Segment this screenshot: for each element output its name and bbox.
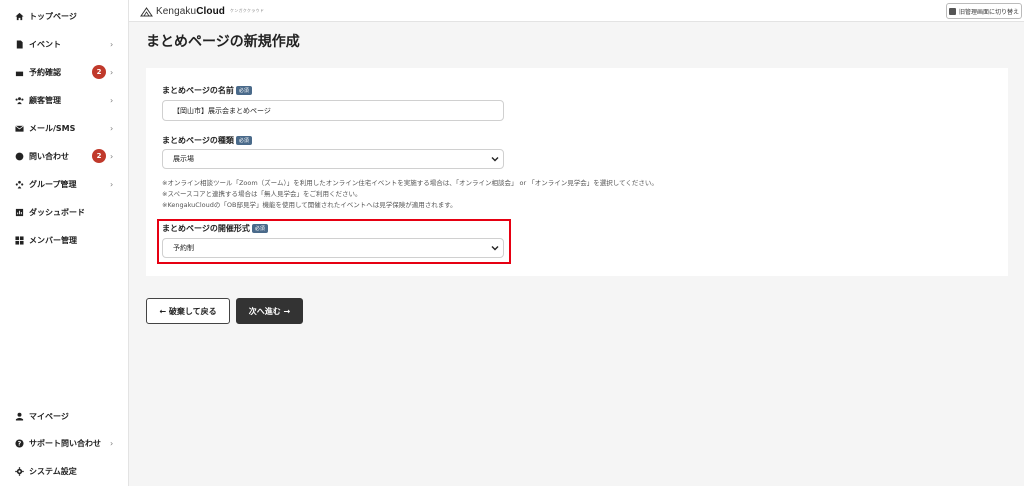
chevron-right-icon: › [110, 179, 114, 189]
sidebar-item-label: サポート問い合わせ [29, 438, 101, 448]
home-icon [14, 11, 24, 21]
header: KengakuCloud ケンガククラウド 旧管理画面に切り替え [129, 0, 1024, 22]
group-icon [14, 179, 24, 189]
user-icon [14, 411, 24, 421]
switch-legacy-admin-button[interactable]: 旧管理画面に切り替え [946, 3, 1022, 19]
required-badge: 必須 [235, 136, 252, 145]
chevron-right-icon: › [110, 438, 114, 448]
people-icon [14, 95, 24, 105]
sidebar-item-dashboard[interactable]: ダッシュボード [0, 203, 129, 221]
sidebar-item-mypage[interactable]: マイページ [0, 407, 129, 425]
calendar-icon [14, 67, 24, 77]
highlight-box [157, 219, 511, 264]
chevron-right-icon: › [110, 67, 114, 77]
chevron-right-icon: › [110, 39, 114, 49]
sidebar-item-label: イベント [29, 39, 61, 49]
note-insurance: ※KengakuCloudの「OB邸見学」機能を使用して開催されたイベントへは見… [162, 201, 457, 209]
mail-icon [14, 123, 24, 133]
switch-icon [948, 7, 956, 15]
sidebar-item-group[interactable]: グループ管理 › [0, 175, 129, 193]
type-field-label: まとめページの種類 必須 [162, 135, 252, 146]
note-spacecore: ※スペースコアと連携する場合は「無人見学会」をご利用ください。 [162, 190, 362, 198]
sidebar-item-event[interactable]: イベント › [0, 35, 129, 53]
chevron-down-icon [491, 157, 499, 162]
next-button[interactable]: 次へ進む → [236, 298, 303, 324]
sidebar-item-label: トップページ [29, 11, 77, 21]
sidebar-item-settings[interactable]: システム設定 [0, 462, 129, 480]
sidebar-item-label: グループ管理 [29, 179, 77, 189]
sidebar-item-label: マイページ [29, 411, 69, 421]
sidebar-item-customers[interactable]: 顧客管理 › [0, 91, 129, 109]
grid-icon [14, 235, 24, 245]
required-badge: 必須 [235, 86, 252, 95]
chevron-right-icon: › [110, 123, 114, 133]
sidebar-item-label: メンバー管理 [29, 235, 77, 245]
switch-legacy-label: 旧管理画面に切り替え [958, 8, 1019, 16]
sidebar-item-mail[interactable]: メール/SMS › [0, 119, 129, 137]
logo-subtitle: ケンガククラウド [230, 8, 265, 13]
cloud-house-icon [140, 6, 153, 16]
sidebar-item-members[interactable]: メンバー管理 [0, 231, 129, 249]
chevron-right-icon: › [110, 95, 114, 105]
help-icon: ? [14, 438, 24, 448]
app-logo[interactable]: KengakuCloud ケンガククラウド [140, 4, 264, 18]
page-title: まとめページの新規作成 [146, 34, 300, 50]
sidebar-item-label: ダッシュボード [29, 207, 85, 217]
summary-name-input[interactable]: 【岡山市】展示会まとめページ [162, 100, 504, 121]
chevron-right-icon: › [110, 151, 114, 161]
sidebar-item-support[interactable]: ? サポート問い合わせ › [0, 434, 129, 452]
sidebar: トップページ イベント › 予約確認 2 › 顧客管理 › メール/SMS › … [0, 0, 129, 486]
summary-type-select[interactable]: 展示場 [162, 149, 504, 169]
document-icon [14, 39, 24, 49]
dashboard-icon [14, 207, 24, 217]
sidebar-item-reservation[interactable]: 予約確認 2 › [0, 63, 129, 81]
svg-text:?: ? [17, 440, 21, 447]
notification-badge: 2 [92, 149, 106, 163]
sidebar-item-label: システム設定 [29, 466, 77, 476]
note-zoom: ※オンライン相談ツール「Zoom（ズーム）」を利用したオンライン住宅イベントを実… [162, 179, 658, 187]
notification-badge: 2 [92, 65, 106, 79]
name-field-label: まとめページの名前 必須 [162, 85, 252, 96]
type-select-value: 展示場 [173, 155, 194, 163]
sidebar-item-label: メール/SMS [29, 123, 76, 133]
discard-back-button[interactable]: ← 破棄して戻る [146, 298, 230, 324]
sidebar-item-label: 予約確認 [29, 67, 61, 77]
sidebar-item-label: 顧客管理 [29, 95, 61, 105]
sidebar-item-label: 問い合わせ [29, 151, 69, 161]
logo-text: KengakuCloud [156, 5, 226, 17]
sidebar-item-inquiry[interactable]: 問い合わせ 2 › [0, 147, 129, 165]
gear-icon [14, 466, 24, 476]
sidebar-item-top[interactable]: トップページ [0, 7, 129, 25]
chat-icon [14, 151, 24, 161]
